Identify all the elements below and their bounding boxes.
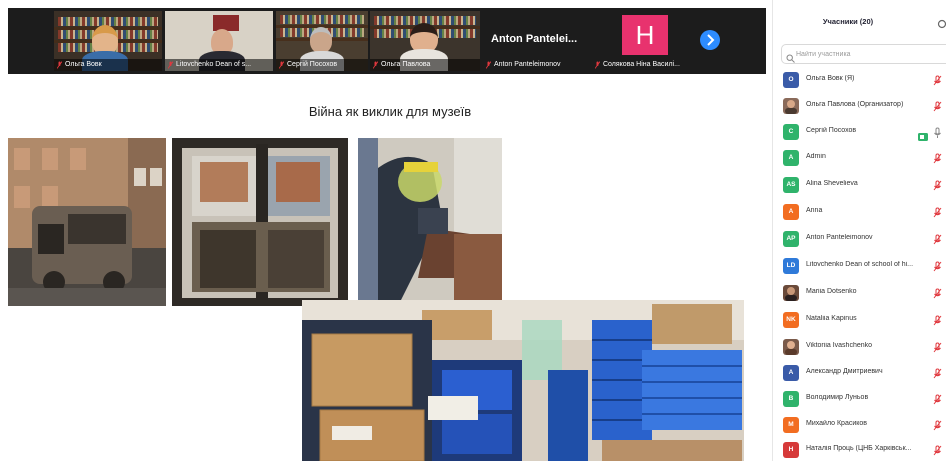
mic-icon[interactable] — [933, 126, 942, 138]
avatar: В — [783, 391, 799, 407]
tile-caption: Litovchenko Dean of s... — [165, 59, 273, 71]
participant-row[interactable]: Viktoriia Ivashchenko — [773, 334, 946, 360]
participant-row[interactable]: О Ольга Вовк (Я) — [773, 67, 946, 93]
participant-row[interactable]: С Сергій Посохов — [773, 119, 946, 145]
search-icon — [786, 50, 795, 63]
participant-name: Anna — [806, 207, 823, 214]
participant-name: Litovchenko Dean of school of hi... — [806, 261, 914, 268]
mic-muted-icon[interactable] — [933, 393, 942, 405]
mic-muted-icon[interactable] — [933, 367, 942, 379]
participant-row[interactable]: А Александр Дмитриевич — [773, 360, 946, 386]
mic-muted-icon — [594, 61, 601, 69]
avatar: С — [783, 124, 799, 140]
avatar: AS — [783, 177, 799, 193]
participant-row[interactable]: A Admin — [773, 145, 946, 171]
participant-name: Ольга Вовк (Я) — [806, 75, 855, 82]
avatar: A — [783, 204, 799, 220]
slide-photo — [358, 138, 502, 306]
participant-row[interactable]: A Anna — [773, 199, 946, 225]
participant-name: Сергій Посохов — [806, 127, 857, 134]
mic-muted-icon[interactable] — [933, 287, 942, 299]
mic-muted-icon[interactable] — [933, 206, 942, 218]
slide-photo — [302, 300, 744, 461]
mic-muted-icon[interactable] — [933, 74, 942, 86]
avatar: Н — [783, 442, 799, 458]
participant-row[interactable]: М Михайло Красиков — [773, 412, 946, 438]
avatar: Н — [622, 15, 668, 55]
video-tile[interactable]: Ольга Вовк — [54, 11, 162, 71]
avatar — [783, 98, 799, 114]
tile-caption: Солякова Ніна Василі... — [592, 59, 696, 71]
panel-title: Учасники (20) — [822, 17, 874, 26]
chevron-right-icon[interactable] — [700, 30, 720, 50]
participant-name: Alina Shevelieva — [806, 180, 858, 187]
participant-row[interactable]: AP Anton Panteleimonov — [773, 226, 946, 252]
mic-muted-icon[interactable] — [933, 100, 942, 112]
avatar: М — [783, 417, 799, 433]
participant-name: Володимир Луньов — [806, 394, 869, 401]
mic-muted-icon[interactable] — [933, 152, 942, 164]
participant-row[interactable]: В Володимир Луньов — [773, 386, 946, 412]
video-tile[interactable]: Litovchenko Dean of s... — [165, 11, 273, 71]
participant-name: Mariia Dotsenko — [806, 288, 857, 295]
participant-name: Наталія Проць (ЦНБ Харківськ... — [806, 445, 912, 452]
participant-row[interactable]: Н Наталія Проць (ЦНБ Харківськ... — [773, 437, 946, 461]
search-box — [781, 44, 946, 64]
mic-muted-icon[interactable] — [933, 444, 942, 456]
tile-caption: Ольга Павлова — [370, 59, 480, 71]
video-strip: Ольга Вовк Litovchenko Dean of s... Серг… — [8, 8, 766, 74]
avatar: LD — [783, 258, 799, 274]
mic-muted-icon[interactable] — [933, 260, 942, 272]
participant-row[interactable]: Ольга Павлова (Организатор) — [773, 93, 946, 119]
mic-muted-icon — [56, 61, 63, 69]
avatar: A — [783, 150, 799, 166]
avatar — [783, 339, 799, 355]
participant-name: Михайло Красиков — [806, 420, 867, 427]
mic-muted-icon[interactable] — [933, 341, 942, 353]
avatar: AP — [783, 231, 799, 247]
video-tile[interactable]: Anton Pantelei... Anton Panteleimonov — [483, 11, 589, 71]
slide-title: Війна як виклик для музеїв — [308, 104, 472, 119]
participant-name: Александр Дмитриевич — [806, 368, 883, 375]
mic-muted-icon[interactable] — [933, 179, 942, 191]
participant-name: Ольга Павлова (Организатор) — [806, 101, 904, 108]
video-tile[interactable]: Ольга Павлова — [370, 11, 480, 71]
avatar — [783, 285, 799, 301]
slide-photo — [172, 138, 348, 306]
tile-caption: Anton Panteleimonov — [483, 59, 589, 71]
mic-muted-icon — [167, 61, 174, 69]
avatar: NK — [783, 312, 799, 328]
participant-name: Viktoriia Ivashchenko — [806, 342, 873, 349]
video-camera-icon[interactable] — [918, 128, 928, 141]
avatar: А — [783, 365, 799, 381]
participant-name: Admin — [806, 153, 826, 160]
tile-caption: Сергій Посохов — [276, 59, 368, 71]
participant-row[interactable]: LD Litovchenko Dean of school of hi... — [773, 253, 946, 279]
mic-muted-icon — [485, 61, 492, 69]
video-tile[interactable]: Сергій Посохов — [276, 11, 368, 71]
mic-muted-icon — [278, 61, 285, 69]
avatar: О — [783, 72, 799, 88]
search-input[interactable] — [796, 48, 946, 60]
participant-row[interactable]: NK Nataliia Kapinus — [773, 307, 946, 333]
participant-name: Anton Pantelei... — [491, 33, 578, 45]
participant-name: Anton Panteleimonov — [806, 234, 873, 241]
participants-panel: Учасники (20) О Ольга Вовк (Я) Ольга Пав… — [772, 0, 946, 461]
gear-icon[interactable] — [937, 16, 946, 29]
slide-photo — [8, 138, 166, 306]
video-tile[interactable]: Н Солякова Ніна Василі... — [592, 11, 696, 71]
participant-row[interactable]: AS Alina Shevelieva — [773, 172, 946, 198]
mic-muted-icon[interactable] — [933, 314, 942, 326]
mic-muted-icon[interactable] — [933, 419, 942, 431]
mic-muted-icon — [372, 61, 379, 69]
mic-muted-icon[interactable] — [933, 233, 942, 245]
tile-caption: Ольга Вовк — [54, 59, 162, 71]
participant-row[interactable]: Mariia Dotsenko — [773, 280, 946, 306]
participant-name: Nataliia Kapinus — [806, 315, 857, 322]
